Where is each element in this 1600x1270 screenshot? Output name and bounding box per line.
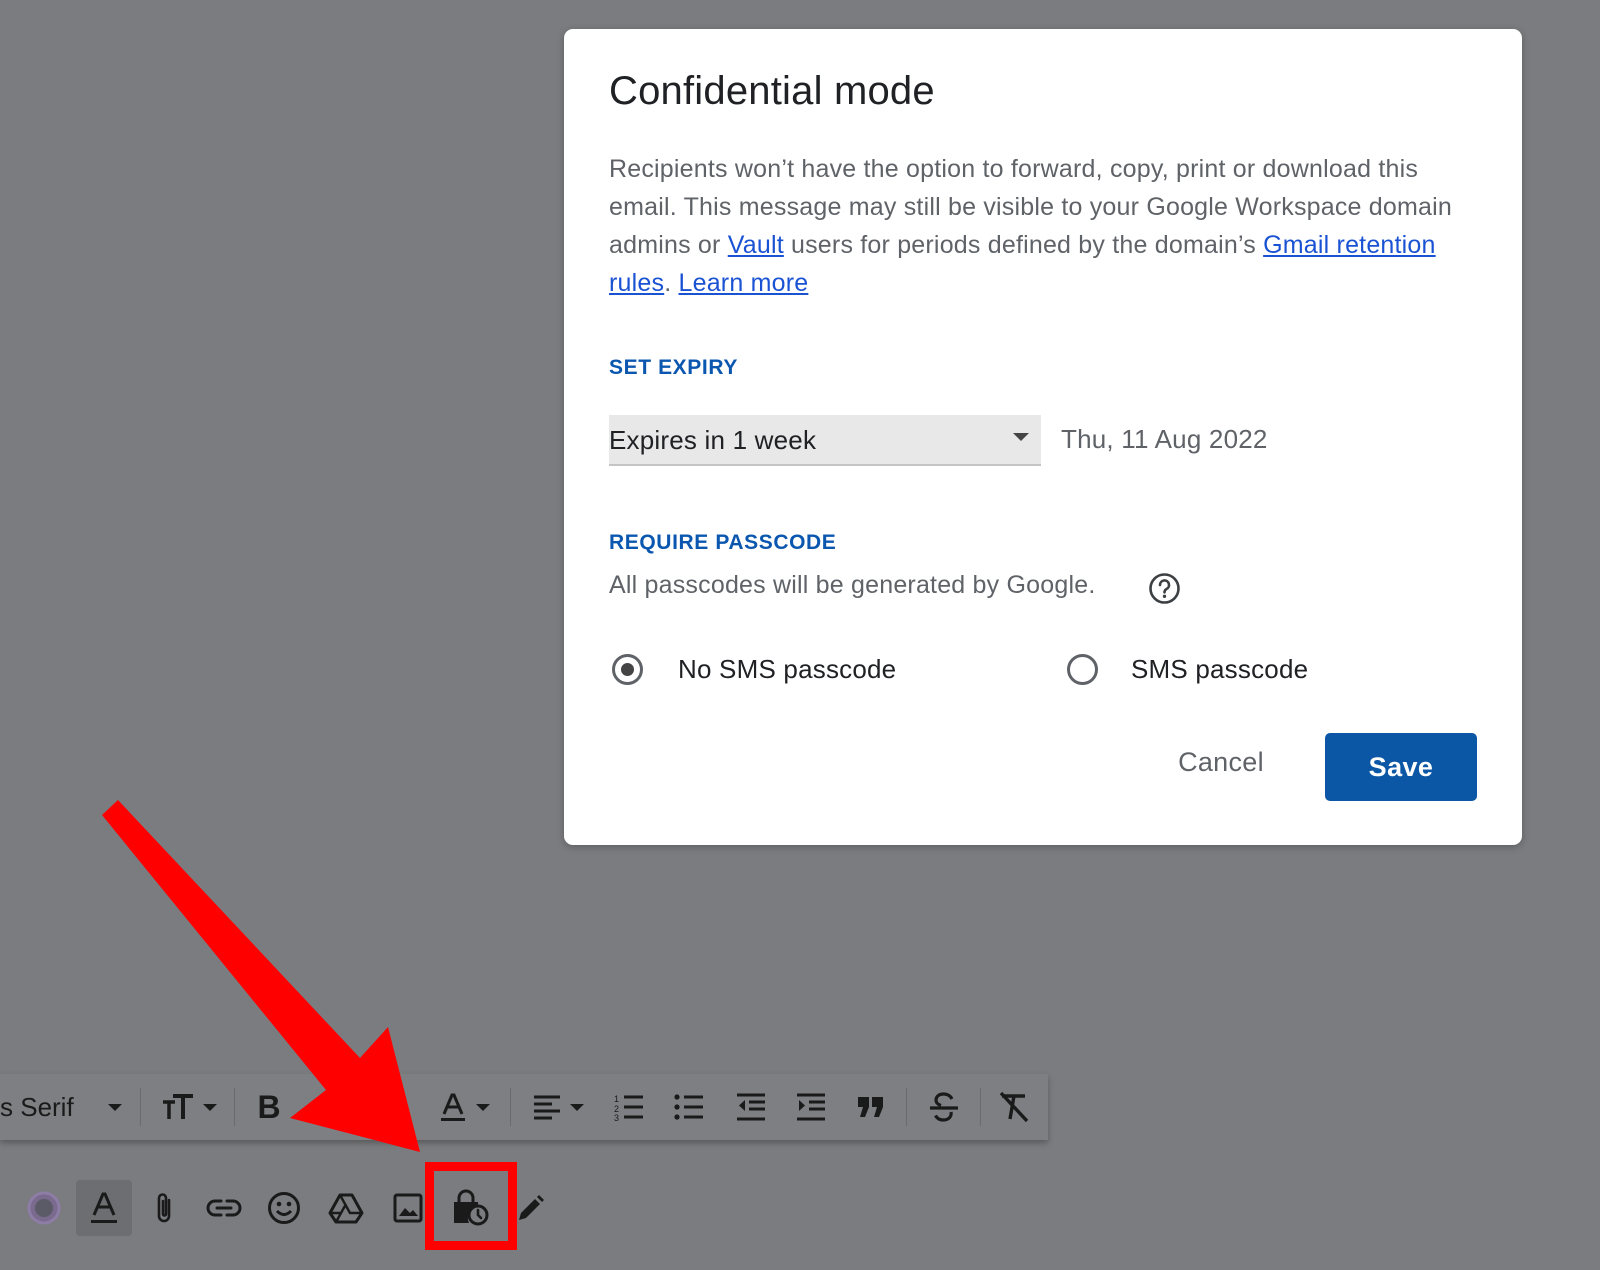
- expiry-date: Thu, 11 Aug 2022: [1061, 424, 1268, 454]
- numbered-list-icon: 1 2 3: [614, 1094, 643, 1121]
- passcode-hint: All passcodes will be generated by Googl…: [609, 571, 1096, 599]
- svg-text:1: 1: [614, 1094, 619, 1104]
- description-text-3: .: [664, 269, 679, 297]
- indent-more-button[interactable]: [786, 1074, 836, 1140]
- link-icon: [206, 1199, 242, 1217]
- formatting-options-icon: [91, 1192, 117, 1223]
- help-icon[interactable]: [1148, 572, 1181, 605]
- indent-less-button[interactable]: [726, 1074, 776, 1140]
- sms-passcode-radio[interactable]: SMS passcode: [1065, 652, 1365, 692]
- remove-formatting-icon: [999, 1091, 1029, 1123]
- no-sms-passcode-radio[interactable]: No SMS passcode: [610, 652, 930, 692]
- quote-button[interactable]: [846, 1074, 896, 1140]
- bulleted-list-button[interactable]: [664, 1074, 714, 1140]
- svg-text:3: 3: [614, 1113, 619, 1121]
- require-passcode-heading: REQUIRE PASSCODE: [609, 531, 837, 554]
- set-expiry-heading: SET EXPIRY: [609, 356, 738, 379]
- cancel-button[interactable]: Cancel: [1165, 732, 1277, 792]
- expiry-dropdown[interactable]: Expires in 1 week: [609, 415, 1041, 466]
- learn-more-link[interactable]: Learn more: [678, 269, 808, 297]
- dialog-title: Confidential mode: [609, 69, 935, 113]
- no-sms-passcode-label: No SMS passcode: [678, 654, 897, 684]
- strikethrough-button[interactable]: [916, 1074, 972, 1140]
- signature-icon: [519, 1195, 544, 1220]
- indent-more-icon: [797, 1093, 825, 1121]
- font-family-value: s Serif: [0, 1092, 74, 1122]
- formatting-options-button[interactable]: [76, 1180, 132, 1236]
- vault-link[interactable]: Vault: [728, 231, 784, 259]
- bold-button[interactable]: B: [244, 1074, 294, 1140]
- remove-formatting-button[interactable]: [988, 1074, 1040, 1140]
- expiry-dropdown-value: Expires in 1 week: [609, 425, 817, 455]
- color-picker-button[interactable]: [16, 1180, 72, 1236]
- description-text-2: users for periods defined by the domain’…: [783, 231, 1264, 259]
- annotation-highlight-box: [425, 1162, 517, 1250]
- drive-icon: [328, 1193, 364, 1224]
- insert-emoji-button[interactable]: [256, 1180, 312, 1236]
- align-button[interactable]: [524, 1074, 592, 1140]
- formatting-toolbar: s Serif B 1 2 3: [0, 1074, 1048, 1140]
- confidential-mode-dialog: Confidential mode Recipients won’t have …: [564, 29, 1522, 845]
- sms-passcode-label: SMS passcode: [1131, 654, 1309, 684]
- text-color-icon: [441, 1093, 465, 1121]
- indent-less-icon: [737, 1093, 765, 1121]
- align-icon: [534, 1095, 560, 1120]
- save-button[interactable]: Save: [1325, 733, 1477, 801]
- dropdown-caret-icon: [1013, 433, 1029, 441]
- font-family-select[interactable]: s Serif: [0, 1074, 132, 1140]
- insert-drive-button[interactable]: [318, 1180, 374, 1236]
- emoji-icon: [268, 1192, 300, 1224]
- dialog-description: Recipients won’t have the option to forw…: [609, 150, 1479, 302]
- attach-files-button[interactable]: [136, 1180, 192, 1236]
- numbered-list-button[interactable]: 1 2 3: [604, 1074, 654, 1140]
- radio-selected-icon: [612, 654, 643, 685]
- chevron-down-icon: [108, 1104, 122, 1111]
- photo-icon: [393, 1193, 423, 1223]
- strikethrough-icon: [930, 1092, 958, 1122]
- chevron-down-icon: [203, 1103, 217, 1111]
- insert-link-button[interactable]: [196, 1180, 252, 1236]
- color-picker-icon: [27, 1191, 61, 1225]
- font-size-button[interactable]: [152, 1074, 226, 1140]
- attach-icon: [157, 1193, 171, 1223]
- font-size-icon: [163, 1094, 193, 1119]
- quote-icon: [858, 1097, 883, 1117]
- bulleted-list-icon: [674, 1094, 703, 1120]
- text-color-button[interactable]: [430, 1074, 498, 1140]
- radio-unselected-icon: [1067, 654, 1098, 685]
- chevron-down-icon: [476, 1103, 490, 1111]
- chevron-down-icon: [570, 1103, 584, 1111]
- bold-icon: B: [257, 1088, 281, 1125]
